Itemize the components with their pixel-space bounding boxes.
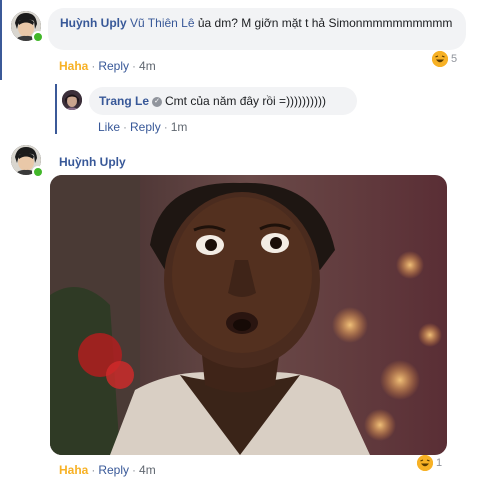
comment-bubble: Huỳnh Uply Vũ Thiên Lê ủa dm? M giỡn mặt… (48, 8, 466, 50)
reaction-count: 1 (436, 457, 443, 469)
reaction-count: 5 (451, 53, 458, 65)
reaction-gif-image[interactable] (50, 175, 447, 455)
timestamp[interactable]: 4m (139, 59, 156, 73)
reaction-summary[interactable]: 1 (417, 455, 442, 471)
online-status-dot (32, 166, 44, 178)
reply-actions: Like · Reply · 1m (98, 120, 188, 134)
haha-reaction-link[interactable]: Haha (59, 59, 88, 73)
online-status-dot (32, 31, 44, 43)
avatar-trang-le[interactable] (62, 90, 82, 110)
reply-link[interactable]: Reply (98, 59, 129, 73)
reply-author[interactable]: Trang Le (99, 94, 149, 108)
comment-text: ủa dm? M giỡn mặt t hả Simonmmmmmmmmm (194, 16, 453, 30)
haha-emoji-icon (417, 455, 433, 471)
reply-text: Cmt của năm đây rồi =)))))))))) (165, 94, 327, 108)
comment-actions: Haha · Reply · 4m (59, 59, 156, 73)
like-link[interactable]: Like (98, 120, 120, 134)
haha-reaction-link[interactable]: Haha (59, 463, 88, 477)
timestamp[interactable]: 4m (139, 463, 156, 477)
reaction-summary[interactable]: 5 (432, 51, 457, 67)
comment-author[interactable]: Huỳnh Uply (60, 16, 127, 30)
mention-link[interactable]: Vũ Thiên Lê (130, 16, 195, 30)
reply-link[interactable]: Reply (130, 120, 161, 134)
reply-thread-line (55, 84, 57, 134)
comment-actions: Haha · Reply · 4m (59, 463, 156, 477)
haha-emoji-icon (432, 51, 448, 67)
timestamp[interactable]: 1m (171, 120, 188, 134)
verified-icon: ✓ (152, 96, 163, 107)
reply-bubble: Trang Le ✓ Cmt của năm đây rồi =)))))))))) (89, 87, 357, 115)
comment-author[interactable]: Huỳnh Uply (59, 155, 126, 169)
thread-line (0, 0, 2, 80)
reply-link[interactable]: Reply (98, 463, 129, 477)
